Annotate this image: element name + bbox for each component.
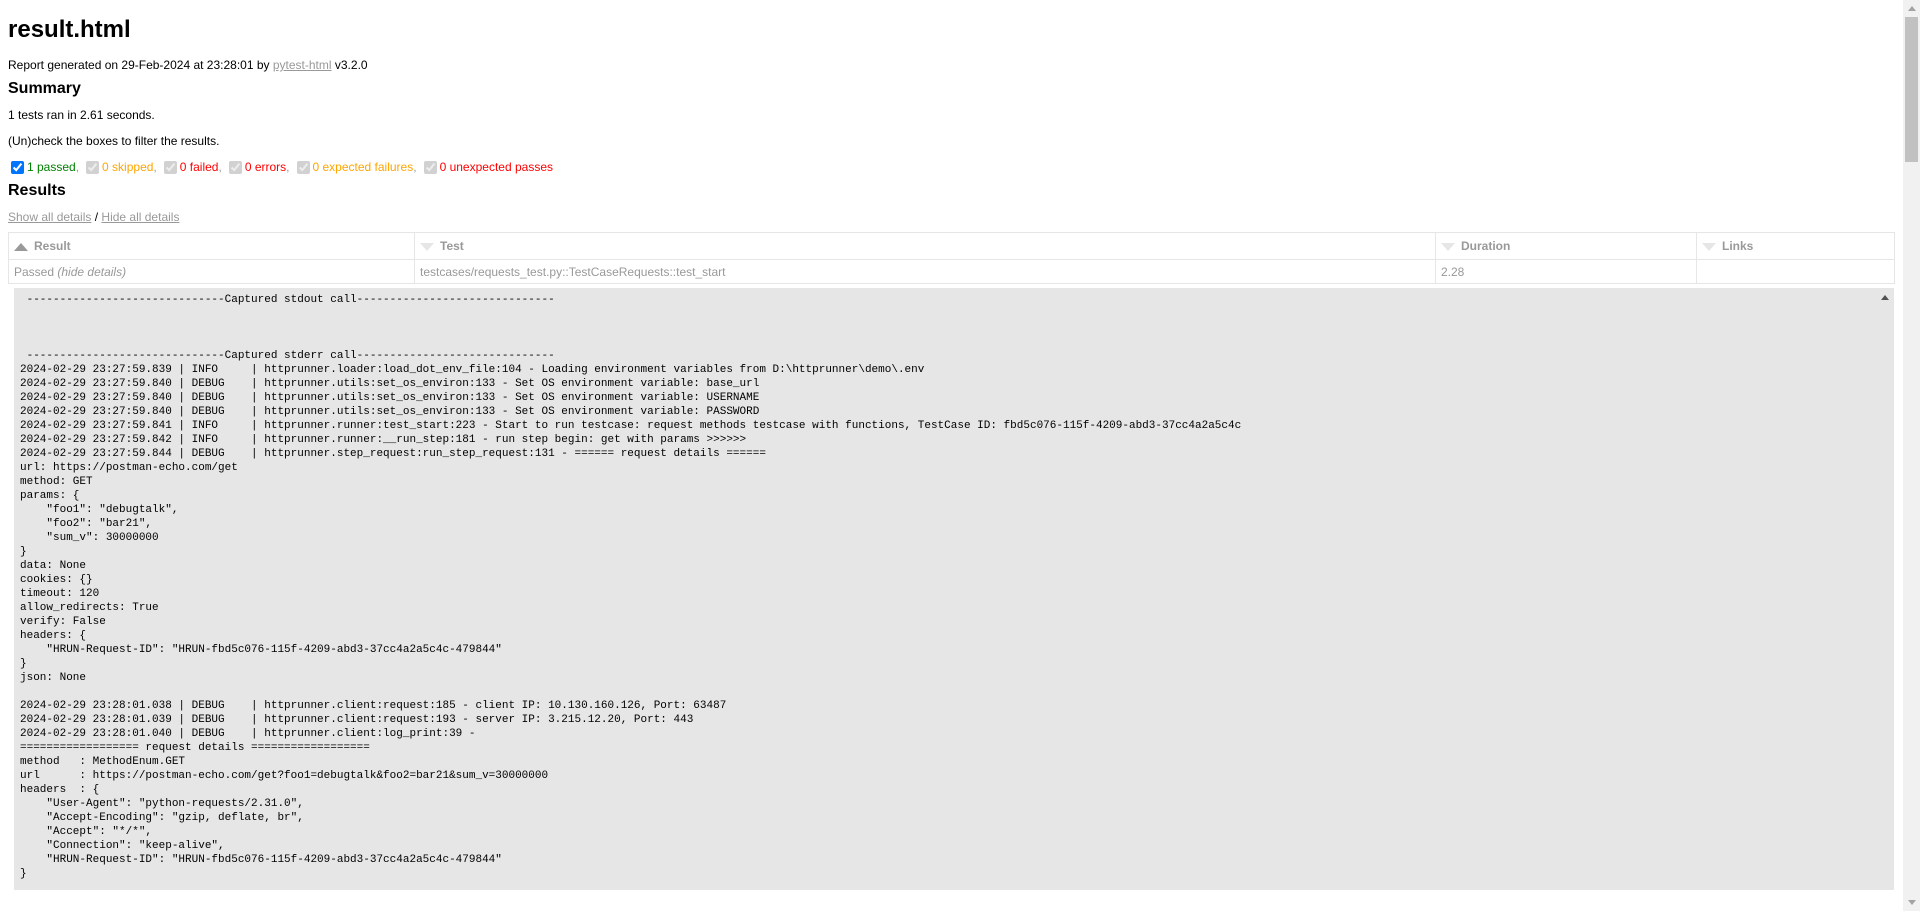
filter-passed: 1 passed, xyxy=(8,160,79,174)
filter-errors-checkbox[interactable] xyxy=(228,160,242,174)
report-meta: Report generated on 29-Feb-2024 at 23:28… xyxy=(8,58,1895,72)
results-header-row: Result Test Duration Links xyxy=(8,232,1895,260)
hide-details-toggle[interactable]: (hide details) xyxy=(57,265,126,279)
result-filters: 1 passed, 0 skipped, 0 failed, 0 errors,… xyxy=(8,160,1895,174)
duration-cell: 2.28 xyxy=(1435,259,1697,284)
table-row[interactable]: Passed (hide details) testcases/requests… xyxy=(8,259,1895,284)
links-cell xyxy=(1696,259,1895,284)
log-scrollbar[interactable] xyxy=(1876,289,1893,889)
filter-passed-checkbox[interactable] xyxy=(11,160,24,174)
filter-unexpected-passes-label: 0 unexpected passes xyxy=(439,160,553,174)
sort-desc-icon xyxy=(1441,242,1455,251)
sort-desc-icon xyxy=(420,242,434,251)
scrollbar-thumb[interactable] xyxy=(1905,17,1918,162)
filter-failed: 0 failed, xyxy=(161,160,222,174)
show-all-details-link[interactable]: Show all details xyxy=(8,210,91,224)
result-cell: Passed (hide details) xyxy=(8,259,415,284)
meta-prefix: Report generated on 29-Feb-2024 at 23:28… xyxy=(8,58,273,72)
filter-hint: (Un)check the boxes to filter the result… xyxy=(8,134,220,148)
filter-errors-label: 0 errors xyxy=(244,160,287,174)
filter-failed-checkbox[interactable] xyxy=(163,160,177,174)
page-title: result.html xyxy=(8,16,131,43)
filter-expected-failures: 0 expected failures, xyxy=(294,160,417,174)
filter-passed-label: 1 passed xyxy=(27,160,76,174)
sort-asc-icon xyxy=(14,242,28,251)
filter-expected-failures-checkbox[interactable] xyxy=(296,160,310,174)
column-header-links[interactable]: Links xyxy=(1696,232,1895,260)
filter-errors: 0 errors, xyxy=(226,160,290,174)
scroll-down-arrow-icon[interactable] xyxy=(1908,900,1916,905)
filter-skipped-label: 0 skipped xyxy=(102,160,154,174)
captured-log-panel[interactable]: ------------------------------Captured s… xyxy=(14,288,1894,890)
pytest-html-link[interactable]: pytest-html xyxy=(273,58,332,72)
summary-heading: Summary xyxy=(8,80,81,97)
column-header-duration[interactable]: Duration xyxy=(1435,232,1697,260)
results-table: Result Test Duration Links Passed (hide … xyxy=(8,232,1895,284)
details-toggle: Show all details / Hide all details xyxy=(8,210,1895,224)
results-heading: Results xyxy=(8,182,66,199)
filter-skipped-checkbox[interactable] xyxy=(86,160,100,174)
filter-failed-label: 0 failed xyxy=(179,160,219,174)
filter-unexpected-passes: 0 unexpected passes xyxy=(421,160,553,174)
sort-desc-icon xyxy=(1702,242,1716,251)
captured-log-text: ------------------------------Captured s… xyxy=(20,294,1242,880)
column-header-result[interactable]: Result xyxy=(8,232,415,260)
meta-version: v3.2.0 xyxy=(331,58,368,72)
filter-unexpected-passes-checkbox[interactable] xyxy=(423,160,437,174)
scroll-up-arrow-icon[interactable] xyxy=(1881,295,1889,300)
report-page: result.html Report generated on 29-Feb-2… xyxy=(8,0,1895,890)
filter-skipped: 0 skipped, xyxy=(83,160,157,174)
page-scrollbar[interactable] xyxy=(1903,0,1920,911)
details-divider: / xyxy=(91,210,102,224)
tests-ran-text: 1 tests ran in 2.61 seconds. xyxy=(8,108,155,122)
hide-all-details-link[interactable]: Hide all details xyxy=(101,210,179,224)
filter-expected-failures-label: 0 expected failures xyxy=(312,160,414,174)
scroll-up-arrow-icon[interactable] xyxy=(1908,6,1916,11)
column-header-test[interactable]: Test xyxy=(414,232,1436,260)
test-name-cell: testcases/requests_test.py::TestCaseRequ… xyxy=(414,259,1436,284)
